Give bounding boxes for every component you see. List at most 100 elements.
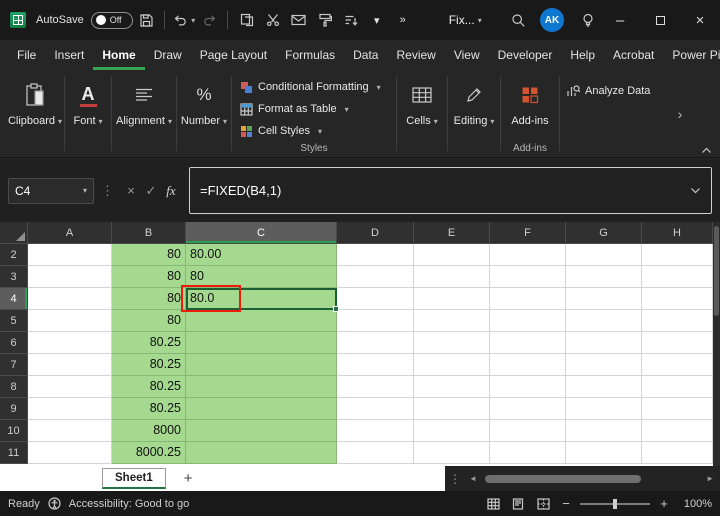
customize-toolbar-chevron-icon[interactable]: ▾ (365, 7, 389, 33)
new-sheet-button[interactable]: + (184, 470, 193, 487)
cell-A11[interactable] (28, 442, 112, 464)
cell-B9[interactable]: 80.25 (112, 398, 186, 420)
cell-H5[interactable] (642, 310, 713, 332)
autosave-toggle[interactable]: Off (90, 11, 133, 29)
addins-button[interactable]: Add-ins (511, 115, 548, 127)
cell-F11[interactable] (490, 442, 566, 464)
sheet-tab-sheet1[interactable]: Sheet1 (102, 468, 166, 489)
save-button[interactable] (135, 7, 159, 33)
cell-A3[interactable] (28, 266, 112, 288)
name-box[interactable]: C4 ▾ (8, 177, 94, 204)
cell-B2[interactable]: 80 (112, 244, 186, 266)
cell-C11[interactable] (186, 442, 337, 464)
cell-D6[interactable] (337, 332, 414, 354)
cell-C3[interactable]: 80 (186, 266, 337, 288)
cell-C6[interactable] (186, 332, 337, 354)
cut-icon[interactable] (261, 7, 285, 33)
select-all-button[interactable] (0, 222, 28, 244)
cell-styles-button[interactable]: Cell Styles ▾ (240, 120, 322, 142)
ribbon-more-chevron-icon[interactable]: › (670, 70, 690, 157)
cell-G11[interactable] (566, 442, 642, 464)
lightbulb-icon[interactable] (576, 7, 600, 33)
zoom-level[interactable]: 100% (678, 498, 712, 510)
cell-B3[interactable]: 80 (112, 266, 186, 288)
cell-D5[interactable] (337, 310, 414, 332)
cell-C9[interactable] (186, 398, 337, 420)
row-header-6[interactable]: 6 (0, 332, 28, 354)
cell-E7[interactable] (414, 354, 490, 376)
scroll-left-arrow[interactable]: ◄ (467, 474, 479, 483)
cell-G9[interactable] (566, 398, 642, 420)
cell-D3[interactable] (337, 266, 414, 288)
cell-G7[interactable] (566, 354, 642, 376)
cell-G10[interactable] (566, 420, 642, 442)
row-header-5[interactable]: 5 (0, 310, 28, 332)
tab-help[interactable]: Help (561, 40, 604, 70)
cell-F5[interactable] (490, 310, 566, 332)
mail-icon[interactable] (287, 7, 311, 33)
cell-C10[interactable] (186, 420, 337, 442)
cells-group-button[interactable]: Cells ▾ (406, 115, 437, 127)
sheet-options-dots-icon[interactable]: ⋮ (449, 472, 461, 486)
zoom-slider[interactable] (580, 498, 650, 509)
row-header-7[interactable]: 7 (0, 354, 28, 376)
document-title[interactable]: Fix... ▾ (449, 13, 482, 27)
cell-A4[interactable] (28, 288, 112, 310)
cell-A2[interactable] (28, 244, 112, 266)
row-header-4[interactable]: 4 (0, 288, 28, 310)
insert-function-icon[interactable]: fx (161, 181, 181, 201)
row-header-11[interactable]: 11 (0, 442, 28, 464)
cell-F7[interactable] (490, 354, 566, 376)
alignment-group-button[interactable]: Alignment ▾ (116, 115, 172, 127)
cell-C2[interactable]: 80.00 (186, 244, 337, 266)
tab-acrobat[interactable]: Acrobat (604, 40, 663, 70)
search-icon[interactable] (506, 7, 530, 33)
cell-E2[interactable] (414, 244, 490, 266)
cell-A9[interactable] (28, 398, 112, 420)
accessibility-status[interactable]: Accessibility: Good to go (69, 498, 189, 510)
font-group-button[interactable]: Font ▾ (73, 115, 102, 127)
cell-G5[interactable] (566, 310, 642, 332)
status-mode[interactable]: Ready (8, 498, 40, 510)
cell-B10[interactable]: 8000 (112, 420, 186, 442)
sort-filter-icon[interactable] (339, 7, 363, 33)
cancel-icon[interactable]: × (121, 181, 141, 201)
cell-D9[interactable] (337, 398, 414, 420)
tab-formulas[interactable]: Formulas (276, 40, 344, 70)
format-painter-icon[interactable] (313, 7, 337, 33)
cell-B8[interactable]: 80.25 (112, 376, 186, 398)
name-box-dropdown-icon[interactable]: ▾ (83, 186, 87, 195)
vertical-scrollbar[interactable] (713, 222, 720, 466)
cell-E11[interactable] (414, 442, 490, 464)
cell-A6[interactable] (28, 332, 112, 354)
zoom-slider-thumb[interactable] (613, 498, 617, 509)
cell-F2[interactable] (490, 244, 566, 266)
account-avatar[interactable]: AK (540, 8, 564, 32)
cell-G2[interactable] (566, 244, 642, 266)
copy-icon[interactable] (235, 7, 259, 33)
cell-G4[interactable] (566, 288, 642, 310)
tab-view[interactable]: View (445, 40, 489, 70)
cell-H7[interactable] (642, 354, 713, 376)
tab-page-layout[interactable]: Page Layout (191, 40, 276, 70)
cell-D8[interactable] (337, 376, 414, 398)
cell-H9[interactable] (642, 398, 713, 420)
cell-D11[interactable] (337, 442, 414, 464)
cell-H2[interactable] (642, 244, 713, 266)
enter-icon[interactable]: ✓ (141, 181, 161, 201)
toolbar-overflow-icon[interactable]: » (391, 7, 415, 33)
row-header-2[interactable]: 2 (0, 244, 28, 266)
column-header-B[interactable]: B (112, 222, 186, 244)
row-header-9[interactable]: 9 (0, 398, 28, 420)
row-header-10[interactable]: 10 (0, 420, 28, 442)
page-break-preview-button[interactable] (534, 495, 552, 513)
cell-D4[interactable] (337, 288, 414, 310)
close-button[interactable]: × (680, 0, 720, 40)
column-header-G[interactable]: G (566, 222, 642, 244)
cell-F6[interactable] (490, 332, 566, 354)
cell-D10[interactable] (337, 420, 414, 442)
cell-A10[interactable] (28, 420, 112, 442)
page-layout-view-button[interactable] (509, 495, 527, 513)
column-header-D[interactable]: D (337, 222, 414, 244)
column-header-E[interactable]: E (414, 222, 490, 244)
